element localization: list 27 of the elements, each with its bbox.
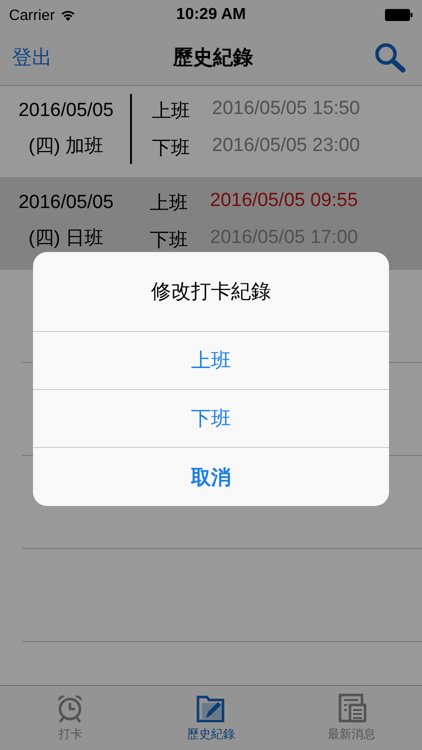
folder-pen-icon: [196, 693, 226, 723]
clock-time: 10:29 AM: [176, 6, 246, 24]
wifi-icon: [60, 9, 76, 21]
dialog-title: 修改打卡紀錄: [33, 252, 389, 332]
record-date: 2016/05/05: [18, 192, 114, 214]
record-day: (四) 加班: [28, 132, 104, 158]
logout-button[interactable]: 登出: [12, 44, 52, 71]
tab-item[interactable]: 歷史紀錄: [140, 686, 282, 750]
punch-label: 上班: [152, 100, 190, 124]
screen-title: 歷史紀錄: [173, 46, 253, 71]
punch-time: 2016/05/05 09:55: [210, 190, 358, 213]
dialog-option[interactable]: 取消: [33, 448, 389, 506]
punch-label: 下班: [150, 229, 188, 253]
record-day: (四) 日班: [28, 224, 104, 250]
tab-item[interactable]: 打卡: [0, 686, 141, 750]
punch-label: 下班: [152, 137, 190, 161]
dialog-option[interactable]: 下班: [33, 390, 389, 448]
punch-time: 2016/05/05 23:00: [212, 135, 360, 158]
dialog-option[interactable]: 上班: [33, 332, 389, 390]
record-date: 2016/05/05: [18, 100, 114, 122]
battery-icon: [385, 9, 413, 21]
carrier-label: Carrier: [9, 6, 55, 24]
tab-item[interactable]: 最新消息: [281, 686, 422, 750]
newspaper-icon: [336, 693, 367, 723]
punch-time: 2016/05/05 15:50: [212, 98, 360, 121]
punch-label: 上班: [150, 192, 188, 216]
search-icon[interactable]: [374, 42, 406, 74]
